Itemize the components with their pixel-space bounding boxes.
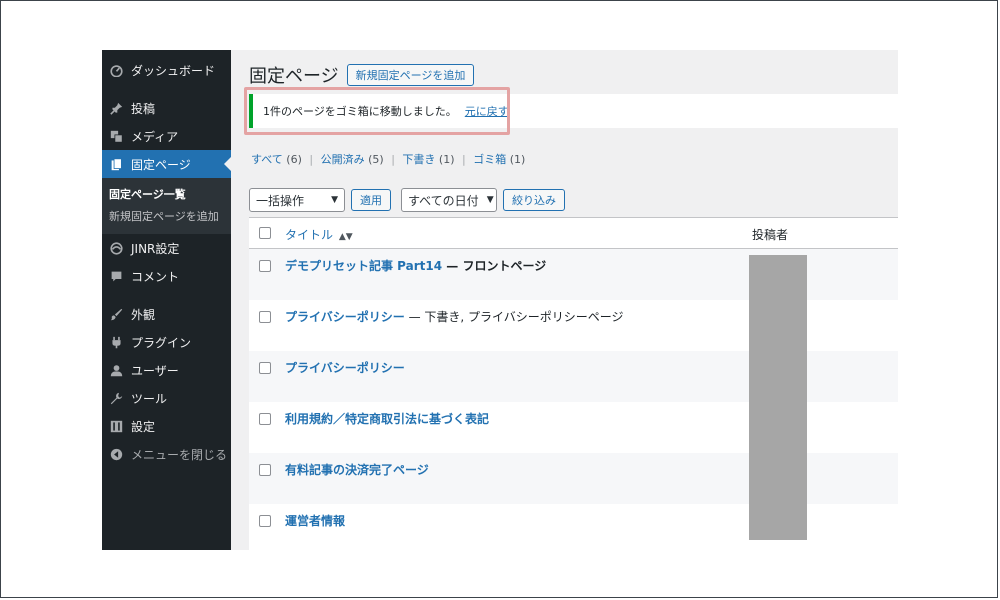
menu-label: ユーザー — [131, 363, 179, 378]
menu-pages[interactable]: 固定ページ — [102, 150, 231, 178]
page-title-link[interactable]: プライバシーポリシー — [285, 361, 405, 375]
menu-users[interactable]: ユーザー — [102, 356, 231, 384]
chevron-down-icon: ▼ — [331, 195, 338, 205]
row-checkbox[interactable] — [259, 515, 271, 527]
pin-icon — [108, 100, 124, 116]
menu-label: 投稿 — [131, 101, 156, 116]
page-title-link[interactable]: 運営者情報 — [285, 514, 345, 528]
page-title-link[interactable]: 利用規約／特定商取引法に基づく表記 — [285, 412, 489, 426]
table-header: タイトル ▲▼ 投稿者 — [249, 218, 898, 249]
filter-count: (5) — [368, 153, 384, 166]
column-title[interactable]: タイトル ▲▼ — [285, 226, 353, 243]
menu-settings[interactable]: 設定 — [102, 412, 231, 440]
collapse-menu-button[interactable]: メニューを閉じる — [102, 440, 231, 468]
highlight-box — [244, 87, 510, 135]
filter-draft[interactable]: 下書き — [402, 153, 435, 166]
page-title-link[interactable]: プライバシーポリシー — [285, 310, 405, 324]
row-checkbox[interactable] — [259, 464, 271, 476]
sort-icon: ▲▼ — [338, 232, 353, 242]
menu-dashboard[interactable]: ダッシュボード — [102, 56, 231, 84]
row-checkbox[interactable] — [259, 413, 271, 425]
menu-plugins[interactable]: プラグイン — [102, 328, 231, 356]
admin-sidebar: ダッシュボード 投稿 メディア 固定ページ 固定ページ一覧 新規固定ページを追加… — [102, 50, 231, 550]
menu-label: メニューを閉じる — [131, 447, 228, 462]
date-filter-select[interactable]: すべての日付 ▼ — [401, 188, 497, 212]
submenu-all-pages[interactable]: 固定ページ一覧 — [102, 184, 231, 206]
select-value: すべての日付 — [408, 193, 479, 208]
page-header: 固定ページ 新規固定ページを追加 — [249, 62, 475, 88]
add-new-page-button[interactable]: 新規固定ページを追加 — [346, 64, 475, 86]
separator: | — [391, 153, 395, 166]
menu-label: 固定ページ — [131, 157, 191, 172]
post-state: — 下書き, プライバシーポリシーページ — [404, 310, 624, 324]
comment-icon — [108, 268, 124, 284]
pages-submenu: 固定ページ一覧 新規固定ページを追加 — [102, 178, 231, 234]
settings-icon — [108, 418, 124, 434]
row-title: プライバシーポリシー — 下書き, プライバシーポリシーページ — [285, 308, 624, 325]
row-title: デモプリセット記事 Part14 — フロントページ — [285, 257, 546, 274]
bulk-action-select[interactable]: 一括操作 ▼ — [249, 188, 345, 212]
separator: | — [309, 153, 314, 166]
menu-comments[interactable]: コメント — [102, 262, 231, 290]
filter-count: (1) — [438, 153, 455, 166]
filter-count: (6) — [286, 153, 302, 166]
user-icon — [108, 362, 124, 378]
page-title: 固定ページ — [249, 66, 339, 87]
menu-media[interactable]: メディア — [102, 122, 231, 150]
menu-tools[interactable]: ツール — [102, 384, 231, 412]
filter-trash[interactable]: ゴミ箱 — [473, 153, 506, 166]
separator: | — [462, 153, 466, 166]
collapse-arrow-icon — [108, 446, 124, 462]
filter-count: (1) — [509, 153, 526, 166]
filter-button[interactable]: 絞り込み — [503, 189, 565, 211]
page-title-link[interactable]: 有料記事の決済完了ページ — [285, 463, 429, 477]
filter-all[interactable]: すべて — [251, 153, 283, 166]
column-title-label: タイトル — [285, 228, 334, 242]
page-title-link[interactable]: デモプリセット記事 Part14 — [285, 259, 442, 273]
menu-posts[interactable]: 投稿 — [102, 94, 231, 122]
menu-label: 設定 — [131, 419, 156, 434]
media-icon — [108, 128, 124, 144]
pages-icon — [108, 156, 124, 172]
menu-jinr-settings[interactable]: JINR設定 — [102, 234, 231, 262]
menu-label: JINR設定 — [131, 241, 180, 256]
menu-label: ダッシュボード — [131, 63, 216, 78]
table-navigation: 一括操作 ▼ 適用 すべての日付 ▼ 絞り込み — [249, 188, 565, 212]
main-content: 固定ページ 新規固定ページを追加 1件のページをゴミ箱に移動しました。 元に戻す… — [231, 50, 898, 550]
row-title: 利用規約／特定商取引法に基づく表記 — [285, 410, 489, 427]
row-title: 運営者情報 — [285, 512, 345, 529]
pages-table: タイトル ▲▼ 投稿者 デモプリセット記事 Part14 — フロントページ プ… — [249, 217, 898, 550]
row-checkbox[interactable] — [259, 362, 271, 374]
column-author: 投稿者 — [752, 228, 789, 242]
submenu-add-new-page[interactable]: 新規固定ページを追加 — [102, 206, 231, 228]
menu-label: ツール — [131, 391, 168, 406]
menu-label: メディア — [131, 129, 179, 144]
row-title: プライバシーポリシー — [285, 359, 405, 376]
wrench-icon — [108, 390, 124, 406]
row-checkbox[interactable] — [259, 311, 271, 323]
row-title: 有料記事の決済完了ページ — [285, 461, 429, 478]
chevron-down-icon: ▼ — [486, 195, 494, 205]
dashboard-icon — [108, 62, 124, 78]
menu-label: 外観 — [131, 307, 156, 322]
apply-button[interactable]: 適用 — [351, 189, 391, 211]
post-state: — フロントページ — [442, 259, 547, 273]
filter-published[interactable]: 公開済み — [321, 153, 365, 166]
select-value: 一括操作 — [256, 193, 305, 208]
menu-label: プラグイン — [131, 335, 192, 350]
row-checkbox[interactable] — [259, 260, 271, 272]
select-all-checkbox[interactable] — [259, 227, 271, 239]
menu-label: コメント — [131, 269, 180, 284]
brush-icon — [108, 306, 124, 322]
menu-appearance[interactable]: 外観 — [102, 300, 231, 328]
settings-swirl-icon — [108, 240, 124, 256]
redacted-author-block — [749, 255, 807, 540]
status-filter-links: すべて (6) | 公開済み (5) | 下書き (1) | ゴミ箱 (1) — [251, 151, 525, 167]
plugin-icon — [108, 334, 124, 350]
